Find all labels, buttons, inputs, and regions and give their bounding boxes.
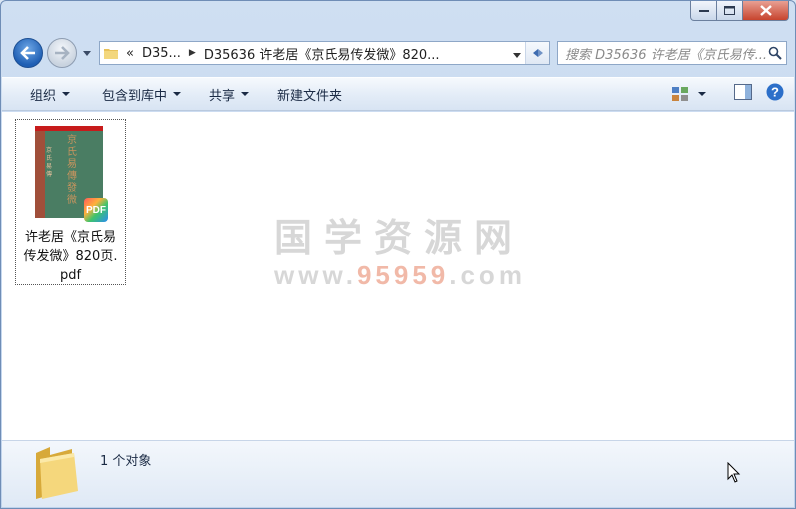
folder-icon [100, 47, 122, 59]
chevron-down-icon [62, 92, 71, 96]
close-button[interactable] [743, 1, 789, 21]
search-placeholder: 搜索 D35636 许老居《京氏易传... [565, 47, 768, 63]
search-input[interactable]: 搜索 D35636 许老居《京氏易传... [557, 41, 787, 65]
caption-buttons [690, 1, 789, 21]
minimize-icon [698, 9, 709, 12]
watermark-url: www.95959.com [274, 260, 526, 290]
details-pane: 1 个对象 [2, 440, 794, 507]
view-controls: ? [672, 78, 784, 110]
pdf-thumbnail: 京氏易傳發微 京氏易傳 PDF [35, 126, 109, 224]
organize-menu[interactable]: 组织 [2, 78, 84, 110]
breadcrumb-separator-icon[interactable]: ▶ [185, 48, 200, 58]
watermark-title: 国学资源网 [274, 216, 525, 260]
chevron-down-icon [241, 92, 250, 96]
navigation-bar: « D35... ▶ D35636 许老居《京氏易传发微》820... 搜索 D… [11, 37, 787, 69]
arrow-left-icon [20, 46, 35, 60]
refresh-button[interactable] [525, 42, 549, 64]
chevron-down-icon [698, 92, 706, 96]
breadcrumb-item-parent[interactable]: D35... [138, 46, 185, 61]
maximize-icon [724, 6, 735, 15]
chevron-down-icon [83, 50, 91, 56]
address-dropdown-icon[interactable] [513, 47, 521, 62]
command-bar: 组织 包含到库中 共享 新建文件夹 ? [2, 77, 794, 111]
new-folder-button[interactable]: 新建文件夹 [263, 78, 356, 110]
pdf-badge-icon: PDF [84, 198, 108, 222]
help-button[interactable]: ? [766, 83, 784, 105]
search-icon [768, 46, 782, 64]
refresh-icon [532, 49, 543, 57]
file-item[interactable]: 京氏易傳發微 京氏易傳 PDF 许老居《京氏易 传发微》820页. pdf [15, 119, 126, 285]
forward-button[interactable] [47, 38, 77, 68]
breadcrumb-item-current[interactable]: D35636 许老居《京氏易传发微》820... [200, 44, 444, 63]
maximize-button[interactable] [717, 1, 743, 21]
file-name: 许老居《京氏易 传发微》820页. pdf [16, 228, 125, 285]
close-icon [759, 5, 772, 16]
arrow-right-icon [55, 46, 70, 60]
watermark: 国学资源网 www.95959.com [274, 216, 524, 290]
address-bar[interactable]: « D35... ▶ D35636 许老居《京氏易传发微》820... [99, 41, 550, 65]
chevron-down-icon [173, 92, 182, 96]
file-name-line: 传发微》820页. [23, 249, 118, 264]
preview-pane-button[interactable] [734, 84, 752, 104]
include-library-label: 包含到库中 [102, 88, 168, 104]
explorer-window: « D35... ▶ D35636 许老居《京氏易传发微》820... 搜索 D… [0, 0, 796, 509]
new-folder-label: 新建文件夹 [277, 88, 343, 104]
item-count: 1 个对象 [100, 454, 152, 469]
mouse-cursor-icon [727, 462, 741, 483]
help-icon: ? [766, 83, 784, 101]
view-icon [672, 87, 688, 101]
organize-label: 组织 [30, 88, 57, 104]
breadcrumb-overflow[interactable]: « [122, 46, 138, 61]
recent-pages-button[interactable] [81, 47, 93, 59]
share-label: 共享 [209, 88, 236, 104]
change-view-button[interactable] [672, 87, 706, 101]
share-menu[interactable]: 共享 [195, 78, 263, 110]
back-button[interactable] [13, 38, 43, 68]
minimize-button[interactable] [690, 1, 717, 21]
file-list-pane[interactable]: 京氏易傳發微 京氏易傳 PDF 许老居《京氏易 传发微》820页. pdf 国学… [2, 112, 794, 440]
include-in-library-menu[interactable]: 包含到库中 [84, 78, 195, 110]
file-name-line: pdf [59, 268, 82, 283]
preview-pane-icon [734, 84, 752, 100]
file-name-line: 许老居《京氏易 [24, 230, 116, 245]
folder-icon [34, 445, 80, 505]
svg-text:?: ? [771, 85, 779, 100]
